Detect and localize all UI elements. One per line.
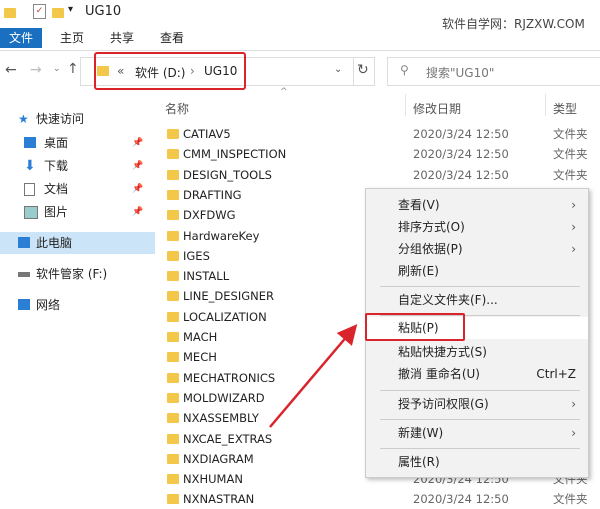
annotation-arrow [269, 324, 358, 428]
arrow-line [269, 324, 358, 428]
